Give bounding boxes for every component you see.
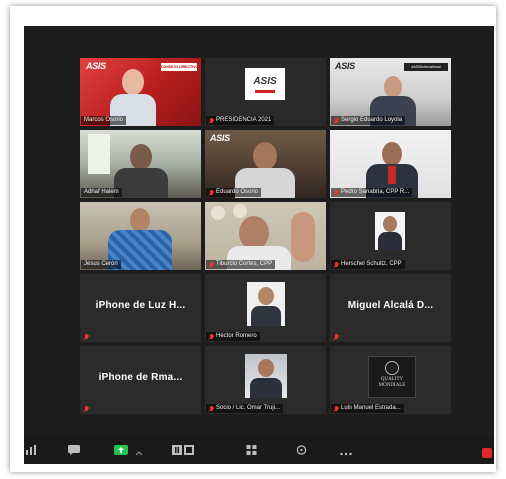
participant-tile[interactable]: ASIS CONSEJO DIRECTIVO 2021 Marcos Osori… — [80, 58, 201, 126]
muted-mic-icon — [334, 405, 339, 412]
muted-mic-icon — [334, 189, 339, 196]
participant-name: Tiburcio Cortes, CPP — [206, 260, 276, 269]
participant-display-name: iPhone de Luz H... — [95, 300, 186, 311]
chat-icon[interactable] — [68, 445, 80, 455]
record-icon[interactable] — [172, 445, 194, 455]
apps-icon[interactable] — [246, 445, 257, 455]
participant-name — [81, 404, 92, 413]
participant-tile[interactable]: Pedro Sanabria, CPP R... — [330, 130, 451, 198]
quality-mondiale-logo: QUALITY MONDIALE — [368, 356, 416, 398]
share-screen-icon[interactable] — [114, 445, 128, 455]
brand-logo: ASIS — [335, 61, 355, 71]
participant-tile-video-off[interactable]: iPhone de Luz H... — [80, 274, 201, 342]
reactions-icon[interactable] — [296, 445, 307, 455]
participant-display-name: Miguel Alcalá D... — [347, 300, 434, 311]
asis-logo-box: ASIS — [245, 68, 285, 100]
participant-tile[interactable]: Héctor Romero — [205, 274, 326, 342]
muted-mic-icon — [334, 261, 339, 268]
brand-logo: ASIS — [86, 61, 106, 71]
participant-name: Socio / Lic. Omar Truji... — [206, 404, 284, 413]
participant-name: Adhaf Halem — [81, 188, 122, 197]
gallery-view: ASIS CONSEJO DIRECTIVO 2021 Marcos Osori… — [24, 26, 494, 436]
participant-tile-video-off[interactable]: iPhone de Rma... — [80, 346, 201, 414]
muted-mic-icon — [209, 405, 214, 412]
participant-head — [122, 69, 144, 95]
participant-name: Luis Manuel Estrada... — [331, 404, 404, 413]
participant-name: Marcos Osorio — [81, 116, 127, 125]
muted-mic-icon — [84, 405, 89, 412]
muted-mic-icon — [209, 333, 214, 340]
participant-name: Pedro Sanabria, CPP R... — [331, 188, 413, 197]
muted-mic-icon — [334, 117, 339, 124]
participant-tile[interactable]: Socio / Lic. Omar Truji... — [205, 346, 326, 414]
participant-tile[interactable]: QUALITY MONDIALE Luis Manuel Estrada... — [330, 346, 451, 414]
participant-head — [253, 142, 277, 170]
participant-tile[interactable]: Jesus Cerón — [80, 202, 201, 270]
participant-name — [331, 332, 342, 341]
meeting-toolbar — [24, 436, 494, 464]
participant-tile[interactable]: ASIS #ASISInternational Sergio Eduardo L… — [330, 58, 451, 126]
event-banner: CONSEJO DIRECTIVO 2021 — [161, 63, 197, 71]
participant-name: Herschel Schultz, CPP — [331, 260, 405, 269]
participant-head — [384, 76, 402, 98]
participant-tile[interactable]: Herschel Schultz, CPP — [330, 202, 451, 270]
end-button[interactable] — [482, 448, 492, 458]
chevron-up-icon[interactable] — [136, 448, 142, 458]
participant-name: Héctor Romero — [206, 332, 260, 341]
muted-mic-icon — [84, 333, 89, 340]
participant-name: PRESIDENCIA 2021 — [206, 116, 275, 125]
participant-display-name: iPhone de Rma... — [98, 372, 183, 383]
participant-body — [114, 168, 168, 198]
participant-tile-active-speaker[interactable]: Adhaf Halem — [80, 130, 201, 198]
more-icon[interactable] — [340, 449, 352, 459]
participant-name: Jesus Cerón — [81, 260, 121, 269]
muted-mic-icon — [209, 189, 214, 196]
participant-name: Eduardo Osorio — [206, 188, 262, 197]
participant-head — [382, 142, 402, 166]
muted-mic-icon — [334, 333, 339, 340]
brand-logo: ASIS — [210, 133, 230, 143]
participant-tile[interactable]: ASIS PRESIDENCIA 2021 — [205, 58, 326, 126]
participant-tile[interactable]: Tiburcio Cortes, CPP — [205, 202, 326, 270]
participant-tile[interactable]: ASIS Eduardo Osorio — [205, 130, 326, 198]
chart-icon[interactable] — [26, 445, 36, 455]
muted-mic-icon — [209, 117, 214, 124]
participant-head — [239, 216, 269, 250]
participant-head — [130, 208, 150, 232]
participant-name: Sergio Eduardo Loyola — [331, 116, 406, 125]
muted-mic-icon — [209, 261, 214, 268]
participant-tile-video-off[interactable]: Miguel Alcalá D... — [330, 274, 451, 342]
participant-name — [81, 332, 92, 341]
participant-head — [130, 144, 152, 170]
hashtag-banner: #ASISInternational — [404, 63, 448, 71]
